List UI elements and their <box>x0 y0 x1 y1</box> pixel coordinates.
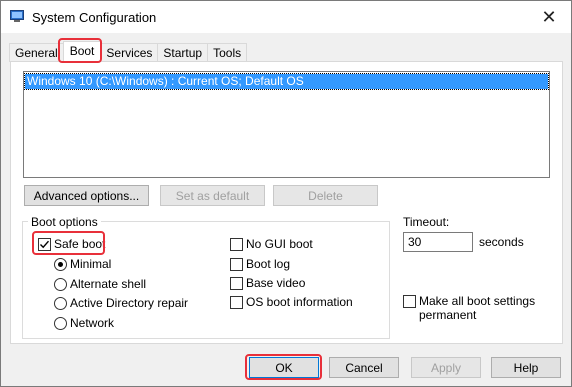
make-permanent-checkbox[interactable]: Make all boot settings permanent <box>403 294 539 322</box>
system-configuration-icon <box>10 10 24 22</box>
base-video-checkbox[interactable]: Base video <box>230 276 305 290</box>
os-list-item[interactable]: Windows 10 (C:\Windows) : Current OS; De… <box>24 73 549 90</box>
boot-log-checkbox[interactable]: Boot log <box>230 257 290 271</box>
os-boot-information-checkbox[interactable]: OS boot information <box>230 295 353 309</box>
set-as-default-button[interactable]: Set as default <box>160 185 265 206</box>
active-directory-repair-radio-button[interactable] <box>54 296 67 310</box>
tab-strip: General Boot Services Startup Tools <box>9 41 248 62</box>
ok-button[interactable]: OK <box>249 357 319 378</box>
boot-log-check-box[interactable] <box>230 257 243 271</box>
seconds-label: seconds <box>479 235 524 249</box>
timeout-input[interactable] <box>403 232 473 252</box>
os-boot-information-check-box[interactable] <box>230 295 243 309</box>
close-button[interactable]: ✕ <box>527 1 571 33</box>
tab-general[interactable]: General <box>9 43 64 62</box>
alternate-shell-radio[interactable]: Alternate shell <box>54 277 146 291</box>
network-radio-button[interactable] <box>54 316 67 330</box>
no-gui-boot-check-box[interactable] <box>230 237 243 251</box>
tab-startup[interactable]: Startup <box>157 43 209 62</box>
base-video-check-box[interactable] <box>230 276 243 290</box>
no-gui-boot-checkbox[interactable]: No GUI boot <box>230 237 313 251</box>
help-button[interactable]: Help <box>491 357 561 378</box>
title-bar: System Configuration ✕ <box>1 1 571 33</box>
safe-boot-label: Safe boot <box>54 237 106 251</box>
delete-button[interactable]: Delete <box>273 185 378 206</box>
alternate-shell-label: Alternate shell <box>70 277 147 291</box>
minimal-label: Minimal <box>70 257 112 271</box>
os-list[interactable]: Windows 10 (C:\Windows) : Current OS; De… <box>23 71 550 178</box>
no-gui-boot-label: No GUI boot <box>246 237 313 251</box>
tab-boot[interactable]: Boot <box>62 41 102 62</box>
alternate-shell-radio-button[interactable] <box>54 277 67 291</box>
network-label: Network <box>70 316 115 330</box>
network-radio[interactable]: Network <box>54 316 114 330</box>
base-video-label: Base video <box>246 276 306 290</box>
close-icon: ✕ <box>541 6 557 27</box>
timeout-label: Timeout: <box>403 215 450 229</box>
radio-selected-dot <box>58 261 63 267</box>
boot-options-label: Boot options <box>28 215 101 229</box>
system-configuration-window: System Configuration ✕ General Boot Serv… <box>0 0 572 387</box>
minimal-radio[interactable]: Minimal <box>54 257 111 271</box>
safe-boot-check-box[interactable] <box>38 237 51 251</box>
cancel-button[interactable]: Cancel <box>329 357 399 378</box>
minimal-radio-button[interactable] <box>54 257 67 271</box>
window-title: System Configuration <box>32 10 157 25</box>
boot-log-label: Boot log <box>246 257 291 271</box>
tab-tools[interactable]: Tools <box>207 43 248 62</box>
active-directory-repair-radio[interactable]: Active Directory repair <box>54 296 188 310</box>
make-permanent-label: Make all boot settings permanent <box>419 294 536 322</box>
advanced-options-button[interactable]: Advanced options... <box>24 185 149 206</box>
tab-services[interactable]: Services <box>100 43 159 62</box>
active-directory-repair-label: Active Directory repair <box>70 296 189 310</box>
safe-boot-checkbox[interactable]: Safe boot <box>38 237 105 251</box>
checkmark-icon <box>40 240 50 248</box>
apply-button[interactable]: Apply <box>411 357 481 378</box>
make-permanent-check-box[interactable] <box>403 295 416 308</box>
os-boot-information-label: OS boot information <box>246 295 353 309</box>
